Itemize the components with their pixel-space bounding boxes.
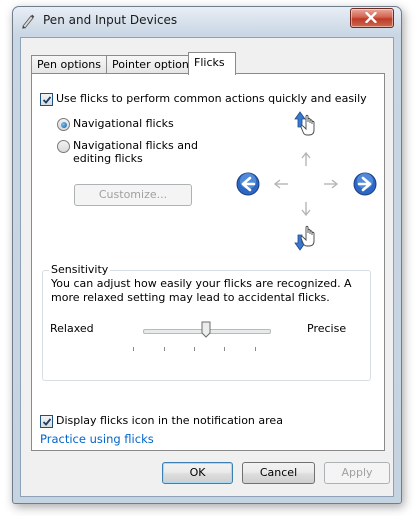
back-arrow-icon bbox=[236, 172, 260, 196]
practice-flicks-link[interactable]: Practice using flicks bbox=[40, 432, 154, 446]
close-icon bbox=[365, 12, 377, 23]
dialog-client-area: Pen options Pointer options Flicks Use f… bbox=[20, 37, 394, 497]
slider-tick bbox=[133, 347, 134, 351]
tab-pen-options[interactable]: Pen options bbox=[31, 55, 107, 74]
use-flicks-label: Use flicks to perform common actions qui… bbox=[56, 92, 367, 105]
customize-button[interactable]: Customize... bbox=[74, 184, 192, 206]
navigational-editing-flicks-label: Navigational flicks and editing flicks bbox=[73, 139, 198, 165]
window-title: Pen and Input Devices bbox=[43, 13, 178, 27]
use-flicks-checkbox[interactable] bbox=[40, 93, 53, 106]
sensitivity-title: Sensitivity bbox=[49, 263, 111, 276]
tab-flicks[interactable]: Flicks bbox=[188, 52, 236, 75]
hand-flick-down-icon bbox=[293, 224, 319, 252]
slider-tick bbox=[224, 347, 225, 351]
slider-tick bbox=[194, 347, 195, 351]
flicks-diagram bbox=[236, 111, 377, 252]
cancel-button[interactable]: Cancel bbox=[242, 462, 315, 484]
slider-tick bbox=[164, 347, 165, 351]
navigational-flicks-label: Navigational flicks bbox=[73, 117, 174, 130]
checkmark-icon bbox=[42, 96, 52, 104]
ok-button[interactable]: OK bbox=[162, 462, 233, 484]
tab-pointer-options[interactable]: Pointer options bbox=[106, 55, 200, 74]
sensitivity-group: Sensitivity You can adjust how easily yo… bbox=[42, 263, 371, 381]
hand-flick-up-icon bbox=[293, 110, 319, 138]
relaxed-label: Relaxed bbox=[50, 322, 94, 335]
apply-button[interactable]: Apply bbox=[324, 462, 390, 484]
close-button[interactable] bbox=[350, 8, 394, 28]
dialog-window: Pen and Input Devices Pen options Pointe… bbox=[12, 6, 402, 504]
pen-icon bbox=[20, 13, 36, 29]
flicks-tab-panel: Use flicks to perform common actions qui… bbox=[31, 73, 385, 451]
display-flicks-icon-label: Display flicks icon in the notification … bbox=[56, 414, 283, 427]
radio-navigational-flicks[interactable] bbox=[57, 118, 70, 131]
title-bar[interactable]: Pen and Input Devices bbox=[13, 7, 401, 35]
radio-navigational-editing-flicks[interactable] bbox=[57, 140, 70, 153]
display-flicks-icon-checkbox[interactable] bbox=[40, 415, 53, 428]
sensitivity-slider-thumb[interactable] bbox=[201, 321, 211, 338]
sensitivity-description: You can adjust how easily your flicks ar… bbox=[51, 277, 352, 304]
slider-tick bbox=[255, 347, 256, 351]
precise-label: Precise bbox=[307, 322, 347, 335]
forward-arrow-icon bbox=[353, 172, 377, 196]
checkmark-icon bbox=[42, 418, 52, 426]
